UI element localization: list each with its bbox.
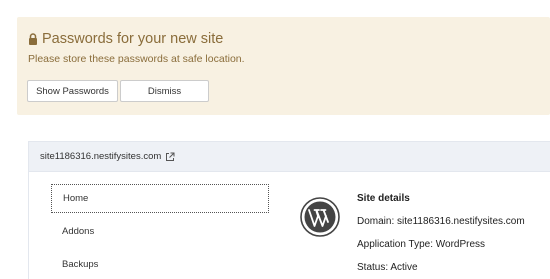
site-nav: Home Addons Backups	[51, 184, 269, 279]
site-header: site1186316.nestifysites.com	[29, 142, 550, 172]
notice-title: Passwords for your new site	[28, 31, 223, 47]
notice-message: Please store these passwords at safe loc…	[28, 53, 245, 65]
notice-title-text: Passwords for your new site	[42, 31, 224, 47]
external-link-icon[interactable]	[165, 152, 175, 162]
nav-item-home[interactable]: Home	[51, 184, 269, 213]
password-notice: Passwords for your new site Please store…	[17, 17, 550, 115]
site-domain-link[interactable]: site1186316.nestifysites.com	[40, 151, 161, 162]
show-passwords-button[interactable]: Show Passwords	[27, 80, 118, 102]
site-details: Site details Domain: site1186316.nestify…	[357, 193, 525, 278]
site-details-application-type: Application Type: WordPress	[357, 239, 486, 250]
nav-item-addons[interactable]: Addons	[51, 216, 269, 246]
site-details-status: Status: Active	[357, 262, 418, 273]
site-details-title: Site details	[357, 193, 410, 204]
site-details-domain: Domain: site1186316.nestifysites.com	[357, 216, 525, 227]
nav-item-backups[interactable]: Backups	[51, 249, 269, 279]
site-panel: site1186316.nestifysites.com Home Addons…	[28, 141, 550, 279]
lock-icon	[29, 33, 37, 45]
wordpress-logo-icon	[300, 197, 340, 237]
dismiss-button[interactable]: Dismiss	[120, 80, 209, 102]
